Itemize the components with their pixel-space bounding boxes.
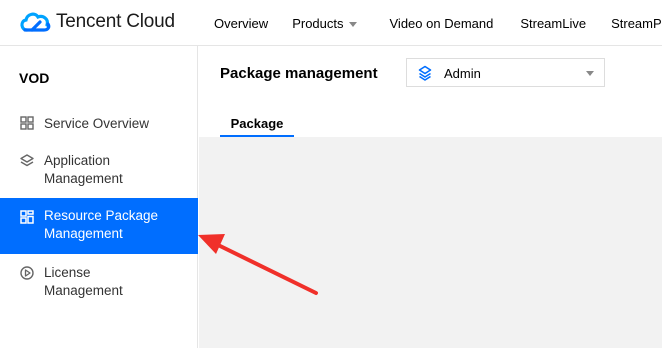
grid-icon — [19, 115, 35, 131]
sidebar-item-label-line2: Management — [44, 226, 123, 241]
cloud-logo-icon — [20, 12, 51, 32]
page-title: Package management — [220, 65, 378, 82]
nav-streamlive[interactable]: StreamLive — [520, 16, 586, 31]
sidebar-item-service-overview[interactable]: Service Overview — [0, 114, 198, 134]
application-select[interactable]: Admin — [406, 58, 605, 87]
sidebar-item-label-line2: Management — [44, 171, 123, 186]
nav-video-on-demand[interactable]: Video on Demand — [390, 16, 494, 31]
sidebar-item-resource-package-management[interactable]: Resource Package Management — [0, 198, 198, 254]
layers-icon — [417, 65, 433, 86]
tab-package[interactable]: Package — [220, 108, 294, 137]
sidebar-item-label-line1: License — [44, 265, 91, 280]
package-icon — [19, 209, 35, 225]
main-content: Package management Admin Package — [199, 46, 662, 348]
top-nav-menu: Overview Products Video on Demand Stream… — [214, 0, 662, 45]
sidebar: VOD Service Overview Application Managem… — [0, 46, 198, 348]
sidebar-item-label-line1: Resource Package — [44, 208, 159, 223]
tencent-cloud-logo[interactable]: Tencent Cloud — [18, 9, 175, 35]
brand-name: Tencent Cloud — [56, 11, 175, 32]
top-nav-bar: Tencent Cloud Overview Products Video on… — [0, 0, 662, 46]
sidebar-item-label: Service Overview — [44, 116, 150, 131]
license-icon — [19, 265, 35, 281]
nav-overview[interactable]: Overview — [214, 16, 268, 31]
sidebar-item-application-management[interactable]: Application Management — [0, 152, 198, 190]
sidebar-title: VOD — [19, 70, 50, 86]
nav-streampackage[interactable]: StreamPackage — [611, 16, 662, 31]
layers-icon — [19, 153, 35, 169]
nav-products[interactable]: Products — [292, 15, 357, 31]
chevron-down-icon — [586, 71, 594, 76]
sidebar-item-license-management[interactable]: License Management — [0, 264, 198, 302]
nav-products-label: Products — [292, 15, 344, 31]
page-header: Package management Admin Package — [199, 46, 662, 137]
chevron-down-icon — [348, 21, 357, 27]
sidebar-item-label-line1: Application — [44, 153, 111, 168]
sidebar-item-label-line2: Management — [44, 283, 123, 298]
application-select-value: Admin — [444, 66, 481, 81]
